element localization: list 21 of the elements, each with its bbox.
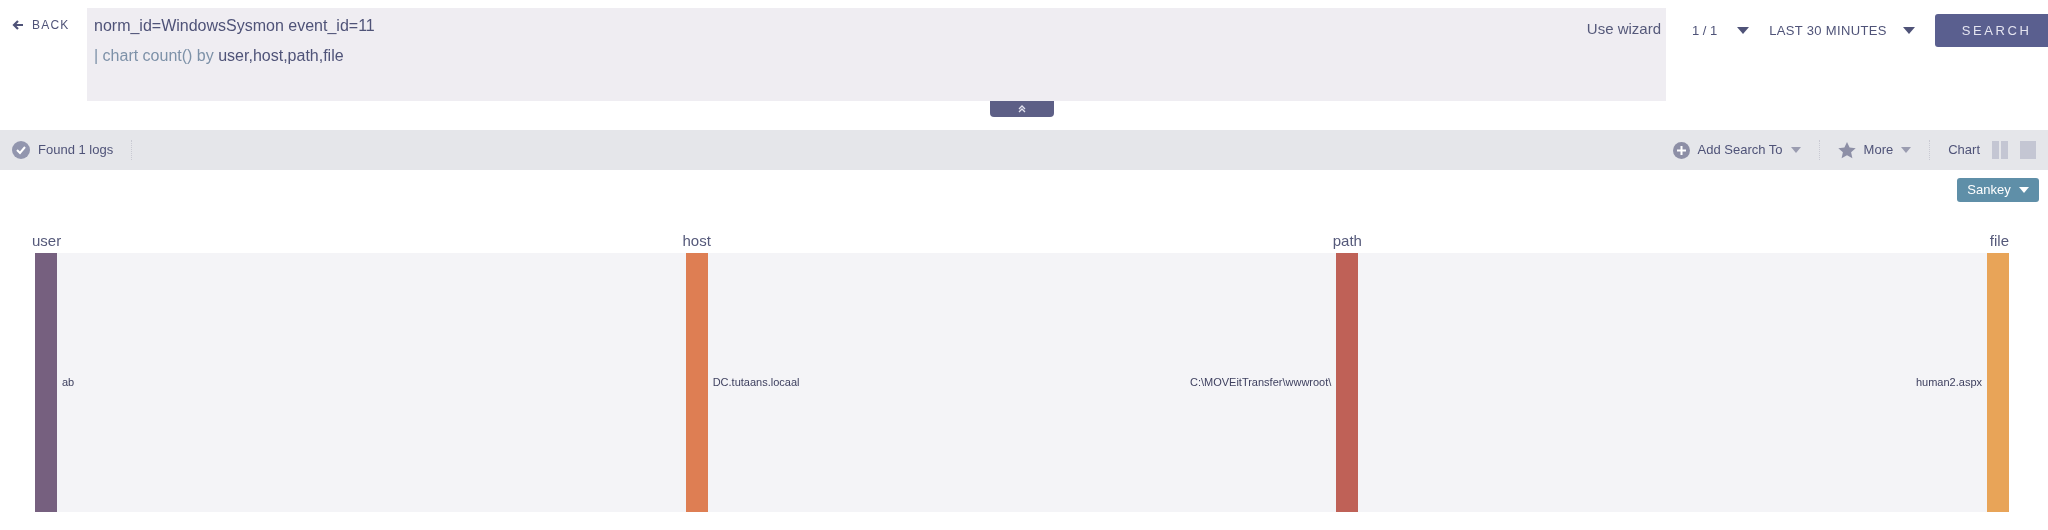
back-button[interactable]: BACK (12, 16, 84, 34)
time-range-dropdown[interactable]: LAST 30 MINUTES (1769, 20, 1915, 41)
column-header: file (1989, 230, 2009, 251)
query-line: norm_id=WindowsSysmon event_id=11 (94, 16, 375, 36)
page-selector[interactable]: 1 / 1 (1692, 20, 1750, 41)
use-wizard-link[interactable]: Use wizard (1586, 18, 1661, 41)
node-label: human2.aspx (1915, 375, 1982, 391)
column-header: host (682, 230, 711, 251)
chart-label: Chart (1948, 141, 1980, 160)
add-search-to-dropdown[interactable]: Add Search To (1672, 140, 1801, 160)
node-label: ab (62, 375, 75, 391)
chart-type-dropdown[interactable]: Sankey (1957, 178, 2039, 202)
node-label: DC.tutaans.locaal (712, 375, 800, 391)
query-editor[interactable]: norm_id=WindowsSysmon event_id=11 | chart count() by user,host,path,file Use wizard (87, 8, 1666, 101)
more-dropdown[interactable]: More (1837, 140, 1912, 160)
column-header: path (1332, 230, 1362, 251)
results-count: Found 1 logs (38, 141, 114, 160)
query-line: | chart count() by user,host,path,file (94, 46, 345, 66)
node-label: C:\MOVEitTransfer\wwwroot\ (1189, 375, 1332, 391)
column-header: user (32, 230, 62, 251)
search-button[interactable]: SEARCH (1934, 14, 2048, 47)
